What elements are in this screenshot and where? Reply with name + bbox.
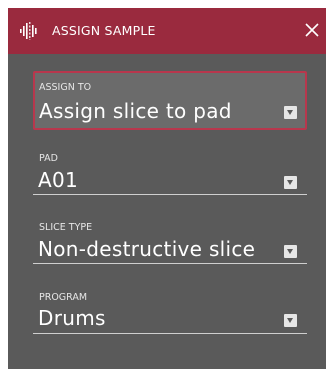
assign-to-field[interactable]: ASSIGN TO Assign slice to pad: [33, 71, 307, 130]
chevron-down-icon[interactable]: [284, 106, 297, 119]
slice-type-field-underline: [33, 263, 307, 264]
program-field-underline: [33, 333, 307, 334]
dialog-title: ASSIGN SAMPLE: [52, 23, 156, 38]
assign-to-value: Assign slice to pad: [39, 99, 232, 123]
close-icon[interactable]: [301, 19, 323, 41]
slice-type-value: Non-destructive slice: [38, 237, 256, 261]
assign-to-label: ASSIGN TO: [39, 82, 92, 93]
program-label: PROGRAM: [39, 292, 88, 303]
slice-type-label: SLICE TYPE: [39, 222, 93, 233]
pad-value: A01: [38, 168, 79, 192]
pad-label: PAD: [39, 153, 58, 164]
program-value: Drums: [38, 306, 106, 330]
slice-waveform-icon: [20, 22, 37, 40]
pad-field[interactable]: PAD A01: [33, 153, 307, 199]
slice-type-field[interactable]: SLICE TYPE Non-destructive slice: [33, 222, 307, 268]
dialog-titlebar: ASSIGN SAMPLE: [8, 8, 326, 54]
assign-sample-dialog: ASSIGN SAMPLE ASSIGN TO Assign slice to …: [8, 8, 326, 369]
program-field[interactable]: PROGRAM Drums: [33, 292, 307, 338]
chevron-down-icon[interactable]: [284, 314, 297, 327]
pad-field-underline: [33, 194, 307, 195]
chevron-down-icon[interactable]: [284, 245, 297, 258]
chevron-down-icon[interactable]: [284, 176, 297, 189]
